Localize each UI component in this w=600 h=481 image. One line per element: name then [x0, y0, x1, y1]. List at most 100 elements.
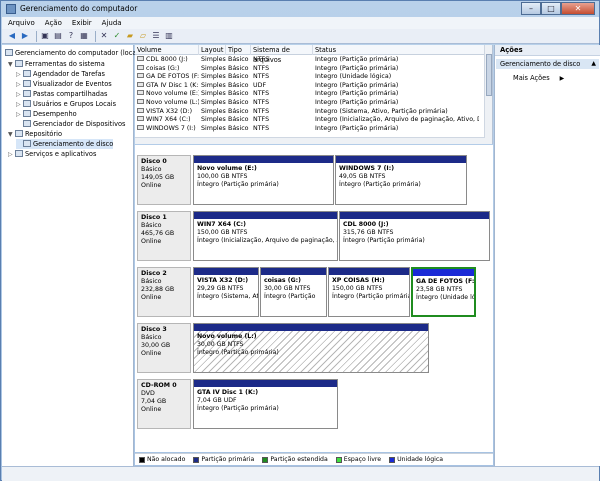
actions-section-disk-management[interactable]: Gerenciamento de disco ▲ [496, 59, 599, 69]
tree-item-task-scheduler[interactable]: ▷ Agendador de Tarefas [16, 69, 105, 79]
table-row[interactable]: GA DE FOTOS (F:) Simples Básico NTFS Íntegro… [135, 73, 485, 81]
tree-item-performance[interactable]: ▷ Desempenho [16, 109, 77, 119]
tree-item-computer-management[interactable]: Gerenciamento do computador (local) [5, 48, 141, 58]
view-icon[interactable]: ▥ [164, 31, 174, 41]
column-filesystem[interactable]: Sistema de arquivos [251, 45, 313, 64]
partition-size: 7,04 GB UDF [197, 397, 237, 404]
check-icon[interactable]: ✓ [112, 31, 122, 41]
partition-status: Íntegro (Partição [264, 293, 316, 300]
table-row[interactable]: VISTA X32 (D:) Simples Básico NTFS Íntegro (… [135, 107, 485, 116]
column-status[interactable]: Status [313, 45, 485, 55]
minimize-button[interactable]: – [521, 2, 541, 15]
disk-label[interactable]: Disco 1 Básico 465,76 GB Online [137, 211, 191, 261]
disk-label[interactable]: Disco 0 Básico 149,05 GB Online [137, 155, 191, 205]
partition-block[interactable]: Novo volume (E:) 100,00 GB NTFS Íntegro (P… [193, 155, 334, 205]
table-cell: VISTA X32 (D:) [137, 107, 199, 116]
column-layout[interactable]: Layout [199, 45, 226, 55]
partition-block[interactable]: WINDOWS 7 (I:) 49,05 GB NTFS Íntegro (Part… [335, 155, 467, 205]
partition-block[interactable]: WIN7 X64 (C:) 150,00 GB NTFS Íntegro (Inic… [193, 211, 338, 261]
partition-block[interactable]: GA DE FOTOS (F:) 23,58 GB NTFS Íntegro (Un… [411, 267, 476, 317]
up-folder-icon[interactable]: ▣ [40, 31, 50, 41]
disk-graphical-view: Disco 0 Básico 149,05 GB Online Novo volume … [135, 145, 493, 452]
collapse-arrow-icon[interactable]: ▼ [8, 130, 15, 140]
partition-size: 29,29 GB NTFS [197, 285, 244, 292]
partition-size: 23,58 GB NTFS [416, 286, 463, 293]
table-row[interactable]: CDL 8000 (J:) Simples Básico NTFS Íntegro (P… [135, 56, 485, 64]
tree-item-system-tools[interactable]: ▼ Ferramentas do sistema [8, 59, 105, 69]
tree-item-event-viewer[interactable]: ▷ Visualizador de Eventos [16, 79, 112, 89]
partition-bar [194, 156, 333, 163]
partition-block[interactable]: CDL 8000 (J:) 315,76 GB NTFS Íntegro (Part… [339, 211, 490, 261]
table-cell: Simples [201, 90, 226, 98]
partition-bar [336, 156, 466, 163]
partition-block[interactable]: GTA IV Disc 1 (K:) 7,04 GB UDF Íntegro (Pa… [193, 379, 338, 429]
volume-icon [137, 81, 144, 87]
table-row[interactable]: GTA IV Disc 1 (K:) Simples Básico UDF Íntegr… [135, 81, 485, 90]
menu-exibir[interactable]: Exibir [72, 17, 92, 29]
disk-label[interactable]: Disco 3 Básico 30,00 GB Online [137, 323, 191, 373]
disk-label[interactable]: Disco 2 Básico 232,88 GB Online [137, 267, 191, 317]
table-row[interactable]: coisas (G:) Simples Básico NTFS Íntegro (Par… [135, 64, 485, 73]
column-volume[interactable]: Volume [135, 45, 199, 55]
partition-block[interactable]: XP COISAS (H:) 150,00 GB NTFS Íntegro (Par… [328, 267, 410, 317]
list-header: Volume Layout Tipo Sistema de arquivos S… [135, 45, 485, 64]
volume-icon [137, 56, 144, 61]
menu-ajuda[interactable]: Ajuda [102, 17, 122, 29]
list-icon[interactable]: ☰ [151, 31, 161, 41]
help-icon[interactable]: ? [66, 31, 76, 41]
properties-icon[interactable]: ▤ [53, 31, 63, 41]
actions-pane: Ações Gerenciamento de disco ▲ Mais Açõe… [494, 45, 600, 466]
tree-item-shared-folders[interactable]: ▷ Pastas compartilhadas [16, 89, 107, 99]
expand-arrow-icon[interactable]: ▷ [8, 150, 15, 160]
partition-block[interactable]: coisas (G:) 30,00 GB NTFS Íntegro (Partiçã… [260, 267, 327, 317]
disk-row: CD-ROM 0 DVD 7,04 GB Online GTA IV Disc 1 (K… [137, 379, 482, 429]
partition-size: 49,05 GB NTFS [339, 173, 386, 180]
table-cell: GA DE FOTOS (F:) [137, 73, 199, 81]
table-row[interactable]: Novo volume (E:) Simples Básico NTFS Íntegro… [135, 90, 485, 98]
table-cell: Íntegro (Inicialização, Arquivo de pagin… [315, 116, 479, 124]
legend-primary: Partição primária [193, 456, 254, 463]
disk-type: DVD [141, 390, 155, 397]
horizontal-scrollbar[interactable] [135, 137, 485, 144]
table-row[interactable]: WIN7 X64 (C:) Simples Básico NTFS Íntegro (I… [135, 116, 485, 124]
table-cell: Íntegro (Partição primária) [315, 99, 399, 106]
volume-icon [137, 90, 144, 96]
delete-icon[interactable]: ✕ [99, 31, 109, 41]
computer-management-icon [6, 4, 16, 14]
collapse-arrow-icon[interactable]: ▼ [8, 60, 15, 70]
table-row[interactable]: Novo volume (L:) Simples Básico NTFS Íntegro… [135, 99, 485, 107]
device-manager-icon [23, 120, 31, 127]
tree-item-local-users[interactable]: ▷ Usuários e Grupos Locais [16, 99, 116, 109]
partition-block[interactable]: Novo volume (L:) 30,00 GB NTFS Íntegro (Pa… [193, 323, 429, 373]
partition-name: CDL 8000 (J:) [343, 221, 389, 228]
tree-item-disk-management[interactable]: Gerenciamento de disco [16, 139, 114, 149]
scroll-thumb[interactable] [486, 54, 492, 96]
vertical-scrollbar[interactable] [484, 45, 492, 144]
folder-icon[interactable]: ▰ [125, 31, 135, 41]
maximize-button[interactable]: □ [541, 2, 561, 15]
close-button[interactable]: ✕ [561, 2, 595, 15]
computer-icon [5, 49, 13, 56]
forward-icon[interactable]: ▶ [20, 31, 30, 41]
tree-item-device-manager[interactable]: Gerenciador de Dispositivos [16, 119, 125, 129]
menu-acao[interactable]: Ação [45, 17, 62, 29]
partition-block[interactable]: VISTA X32 (D:) 29,29 GB NTFS Íntegro (Sist… [193, 267, 259, 317]
table-row[interactable]: WINDOWS 7 (I:) Simples Básico NTFS Íntegro (… [135, 124, 485, 133]
table-cell: NTFS [253, 64, 270, 72]
disk-size: 30,00 GB [141, 342, 171, 349]
disk-label[interactable]: CD-ROM 0 DVD 7,04 GB Online [137, 379, 191, 429]
tree-item-storage[interactable]: ▼ Repositório [8, 129, 62, 139]
table-cell: Íntegro (Partição primária) [315, 81, 399, 89]
folder-open-icon[interactable]: ▱ [138, 31, 148, 41]
column-type[interactable]: Tipo [226, 45, 251, 55]
console-icon[interactable]: ▦ [79, 31, 89, 41]
collapse-arrow-icon[interactable]: ▲ [591, 59, 596, 69]
partition-size: 100,00 GB NTFS [197, 173, 248, 180]
menu-arquivo[interactable]: Arquivo [8, 17, 35, 29]
table-cell: UDF [253, 81, 267, 89]
more-actions-item[interactable]: Mais Ações ▶ [513, 73, 564, 84]
disk-size: 232,88 GB [141, 286, 175, 293]
shared-folder-icon [23, 90, 31, 97]
back-icon[interactable]: ◀ [7, 31, 17, 41]
tree-item-services-apps[interactable]: ▷ Serviços e aplicativos [8, 149, 96, 159]
